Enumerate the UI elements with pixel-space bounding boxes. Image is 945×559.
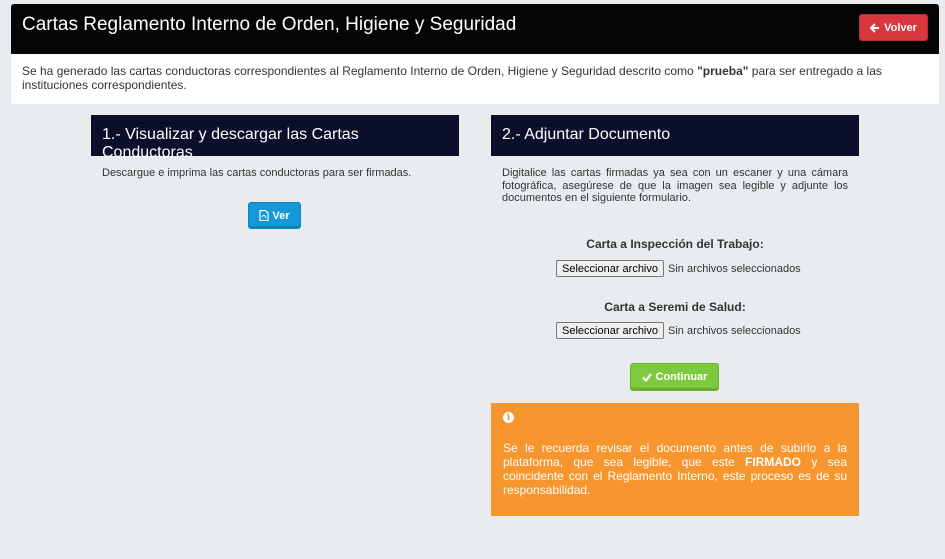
- view-button-label: Ver: [272, 209, 290, 222]
- section-attach-header: 2.- Adjuntar Documento: [491, 115, 859, 156]
- section-view-description: Descargue e imprima las cartas conductor…: [102, 167, 412, 179]
- file-input-seremi: Seleccionar archivo Sin archivos selecci…: [556, 322, 801, 339]
- page-title: Cartas Reglamento Interno de Orden, Higi…: [22, 14, 517, 35]
- arrow-left-icon: [870, 22, 880, 33]
- alert-message: Se le recuerda revisar el documento ante…: [503, 441, 847, 497]
- info-icon: i: [503, 412, 514, 423]
- alert-emphasis: FIRMADO: [745, 455, 802, 469]
- check-icon: [641, 372, 652, 382]
- select-file-button-inspeccion[interactable]: Seleccionar archivo: [556, 260, 664, 277]
- warning-alert: i Se le recuerda revisar el documento an…: [491, 403, 859, 516]
- file-status-inspeccion: Sin archivos seleccionados: [668, 262, 801, 275]
- section-view-header: 1.- Visualizar y descargar las Cartas Co…: [91, 115, 459, 161]
- info-panel: Se ha generado las cartas conductoras co…: [11, 54, 939, 104]
- continue-button[interactable]: Continuar: [630, 363, 719, 391]
- section-attach-description: Digitalice las cartas firmadas ya sea co…: [502, 167, 848, 204]
- back-button-label: Volver: [884, 21, 917, 34]
- file-input-inspeccion: Seleccionar archivo Sin archivos selecci…: [556, 260, 801, 277]
- info-text-start: Se ha generado las cartas conductoras co…: [22, 64, 698, 78]
- field-label-inspeccion: Carta a Inspección del Trabajo:: [586, 237, 764, 251]
- continue-button-label: Continuar: [655, 371, 708, 383]
- view-button[interactable]: Ver: [248, 202, 301, 229]
- select-file-button-seremi[interactable]: Seleccionar archivo: [556, 322, 664, 339]
- field-label-seremi: Carta a Seremi de Salud:: [604, 300, 746, 314]
- info-highlight: "prueba": [697, 64, 749, 78]
- file-status-seremi: Sin archivos seleccionados: [668, 324, 801, 337]
- pdf-file-icon: [259, 210, 270, 221]
- back-button[interactable]: Volver: [859, 14, 928, 41]
- page-header: Cartas Reglamento Interno de Orden, Higi…: [11, 4, 939, 54]
